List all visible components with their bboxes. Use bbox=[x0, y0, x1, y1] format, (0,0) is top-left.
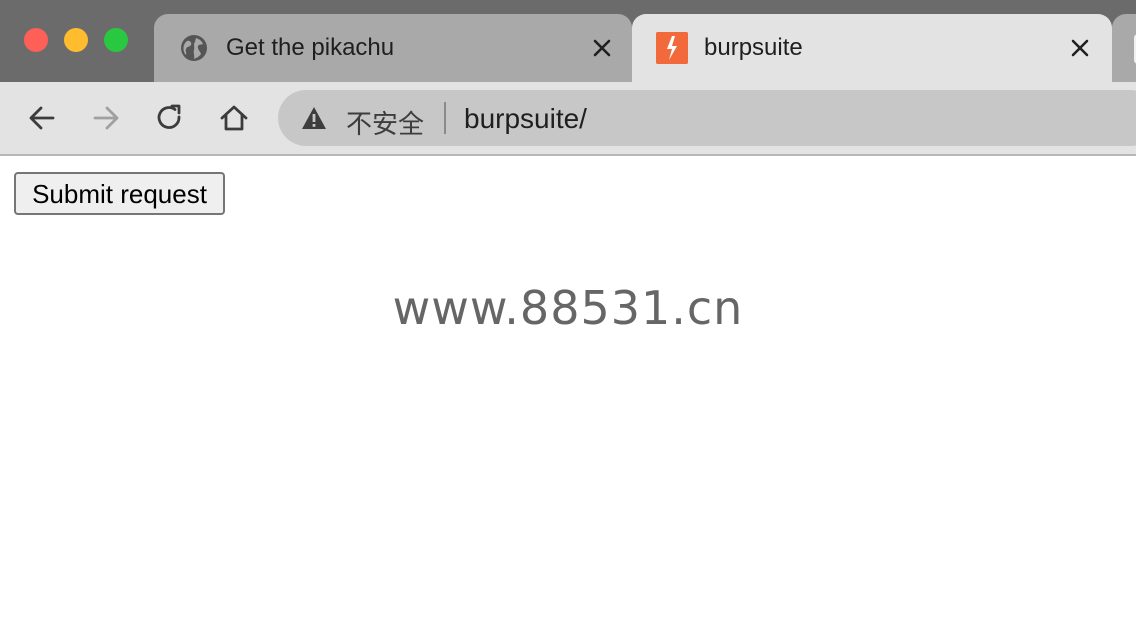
close-tab-icon[interactable] bbox=[1068, 36, 1092, 60]
address-bar-divider bbox=[444, 102, 446, 134]
tab-title: burpsuite bbox=[704, 34, 803, 61]
security-status-label[interactable]: 不安全 bbox=[346, 104, 424, 141]
home-button[interactable] bbox=[216, 100, 252, 136]
globe-icon bbox=[181, 35, 207, 61]
tab-title: Get the pikachu bbox=[226, 34, 395, 61]
close-tab-icon[interactable] bbox=[590, 36, 614, 60]
browser-window: Get the pikachu burpsuite 不安全 burpsuite/… bbox=[0, 0, 1136, 624]
reload-icon bbox=[157, 104, 181, 129]
page-content: Submit request www.88531.cn bbox=[0, 156, 1136, 624]
tab-get-the-pikachu[interactable]: Get the pikachu bbox=[154, 14, 632, 82]
arrow-left-icon bbox=[29, 106, 55, 130]
url-text[interactable]: burpsuite/ bbox=[464, 103, 587, 135]
home-icon bbox=[220, 105, 248, 131]
burp-suite-icon bbox=[656, 32, 688, 64]
browser-toolbar: 不安全 burpsuite/ bbox=[0, 82, 1136, 154]
reload-button[interactable] bbox=[152, 100, 188, 136]
back-button[interactable] bbox=[24, 100, 60, 136]
tab-burpsuite[interactable]: burpsuite bbox=[632, 14, 1112, 82]
forward-button[interactable] bbox=[88, 100, 124, 136]
warning-icon[interactable] bbox=[300, 104, 328, 132]
tab-strip: Get the pikachu burpsuite bbox=[0, 0, 1136, 82]
watermark-text: www.88531.cn bbox=[392, 281, 744, 335]
window-close-button[interactable] bbox=[24, 28, 48, 52]
window-maximize-button[interactable] bbox=[104, 28, 128, 52]
tab-partial[interactable] bbox=[1112, 14, 1136, 82]
submit-request-button[interactable]: Submit request bbox=[14, 172, 225, 215]
address-bar[interactable]: 不安全 burpsuite/ bbox=[278, 90, 1136, 146]
arrow-right-icon bbox=[93, 106, 119, 130]
window-minimize-button[interactable] bbox=[64, 28, 88, 52]
